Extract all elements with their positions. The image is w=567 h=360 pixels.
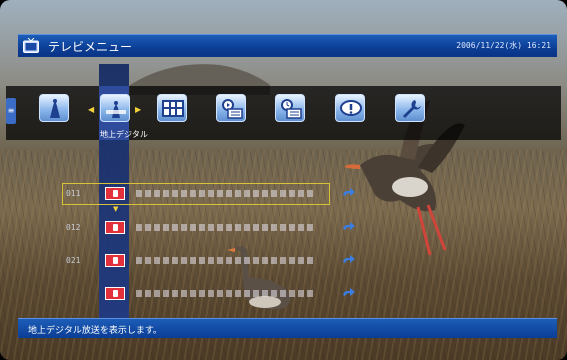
channel-row[interactable] <box>62 284 355 304</box>
channel-logo-icon <box>105 287 125 300</box>
arrow-down-icon[interactable]: ▼ <box>113 205 118 213</box>
info-icon[interactable] <box>335 94 365 122</box>
terrestrial-antenna-icon[interactable] <box>39 94 69 122</box>
go-arrow-icon[interactable] <box>342 187 356 199</box>
tv-menu-icon <box>23 38 39 53</box>
status-bar: 地上デジタル放送を表示します。 <box>18 318 557 338</box>
digital-antenna-icon[interactable] <box>100 94 130 122</box>
arrow-left-icon[interactable]: ◀ <box>88 105 94 114</box>
channel-row[interactable]: 012 <box>62 218 355 238</box>
date-time: 2006/11/22(水) 16:21 <box>456 41 551 50</box>
menu-selected-label: 地上デジタル <box>100 130 148 139</box>
channel-number: 012 <box>66 223 81 232</box>
page-title: テレビメニュー <box>48 40 133 54</box>
go-arrow-icon[interactable] <box>342 287 356 299</box>
go-arrow-icon[interactable] <box>342 221 356 233</box>
program-title-blurred <box>136 257 316 264</box>
channel-row[interactable]: 021 <box>62 251 355 271</box>
channel-row[interactable]: 011 <box>62 184 355 204</box>
timer-record-icon[interactable] <box>275 94 305 122</box>
settings-wrench-icon[interactable] <box>395 94 425 122</box>
channel-number: 021 <box>66 256 81 265</box>
channel-number: 011 <box>66 189 81 198</box>
record-list-icon[interactable] <box>216 94 246 122</box>
program-title-blurred <box>136 190 316 197</box>
program-title-blurred <box>136 290 316 297</box>
status-message: 地上デジタル放送を表示します。 <box>28 326 162 336</box>
header-bar: テレビメニュー 2006/11/22(水) 16:21 <box>18 34 557 57</box>
scroll-left-handle[interactable]: ≡ <box>6 98 16 124</box>
channel-logo-icon <box>105 221 125 234</box>
channel-logo-icon <box>105 254 125 267</box>
tv-screen: テレビメニュー 2006/11/22(水) 16:21 ≡ ◀ ▶ 地上デジタル… <box>0 0 567 360</box>
goose-standing-image <box>227 246 290 310</box>
go-arrow-icon[interactable] <box>342 254 356 266</box>
program-title-blurred <box>136 224 316 231</box>
program-guide-icon[interactable] <box>157 94 187 122</box>
arrow-right-icon[interactable]: ▶ <box>135 105 141 114</box>
channel-logo-icon <box>105 187 125 200</box>
